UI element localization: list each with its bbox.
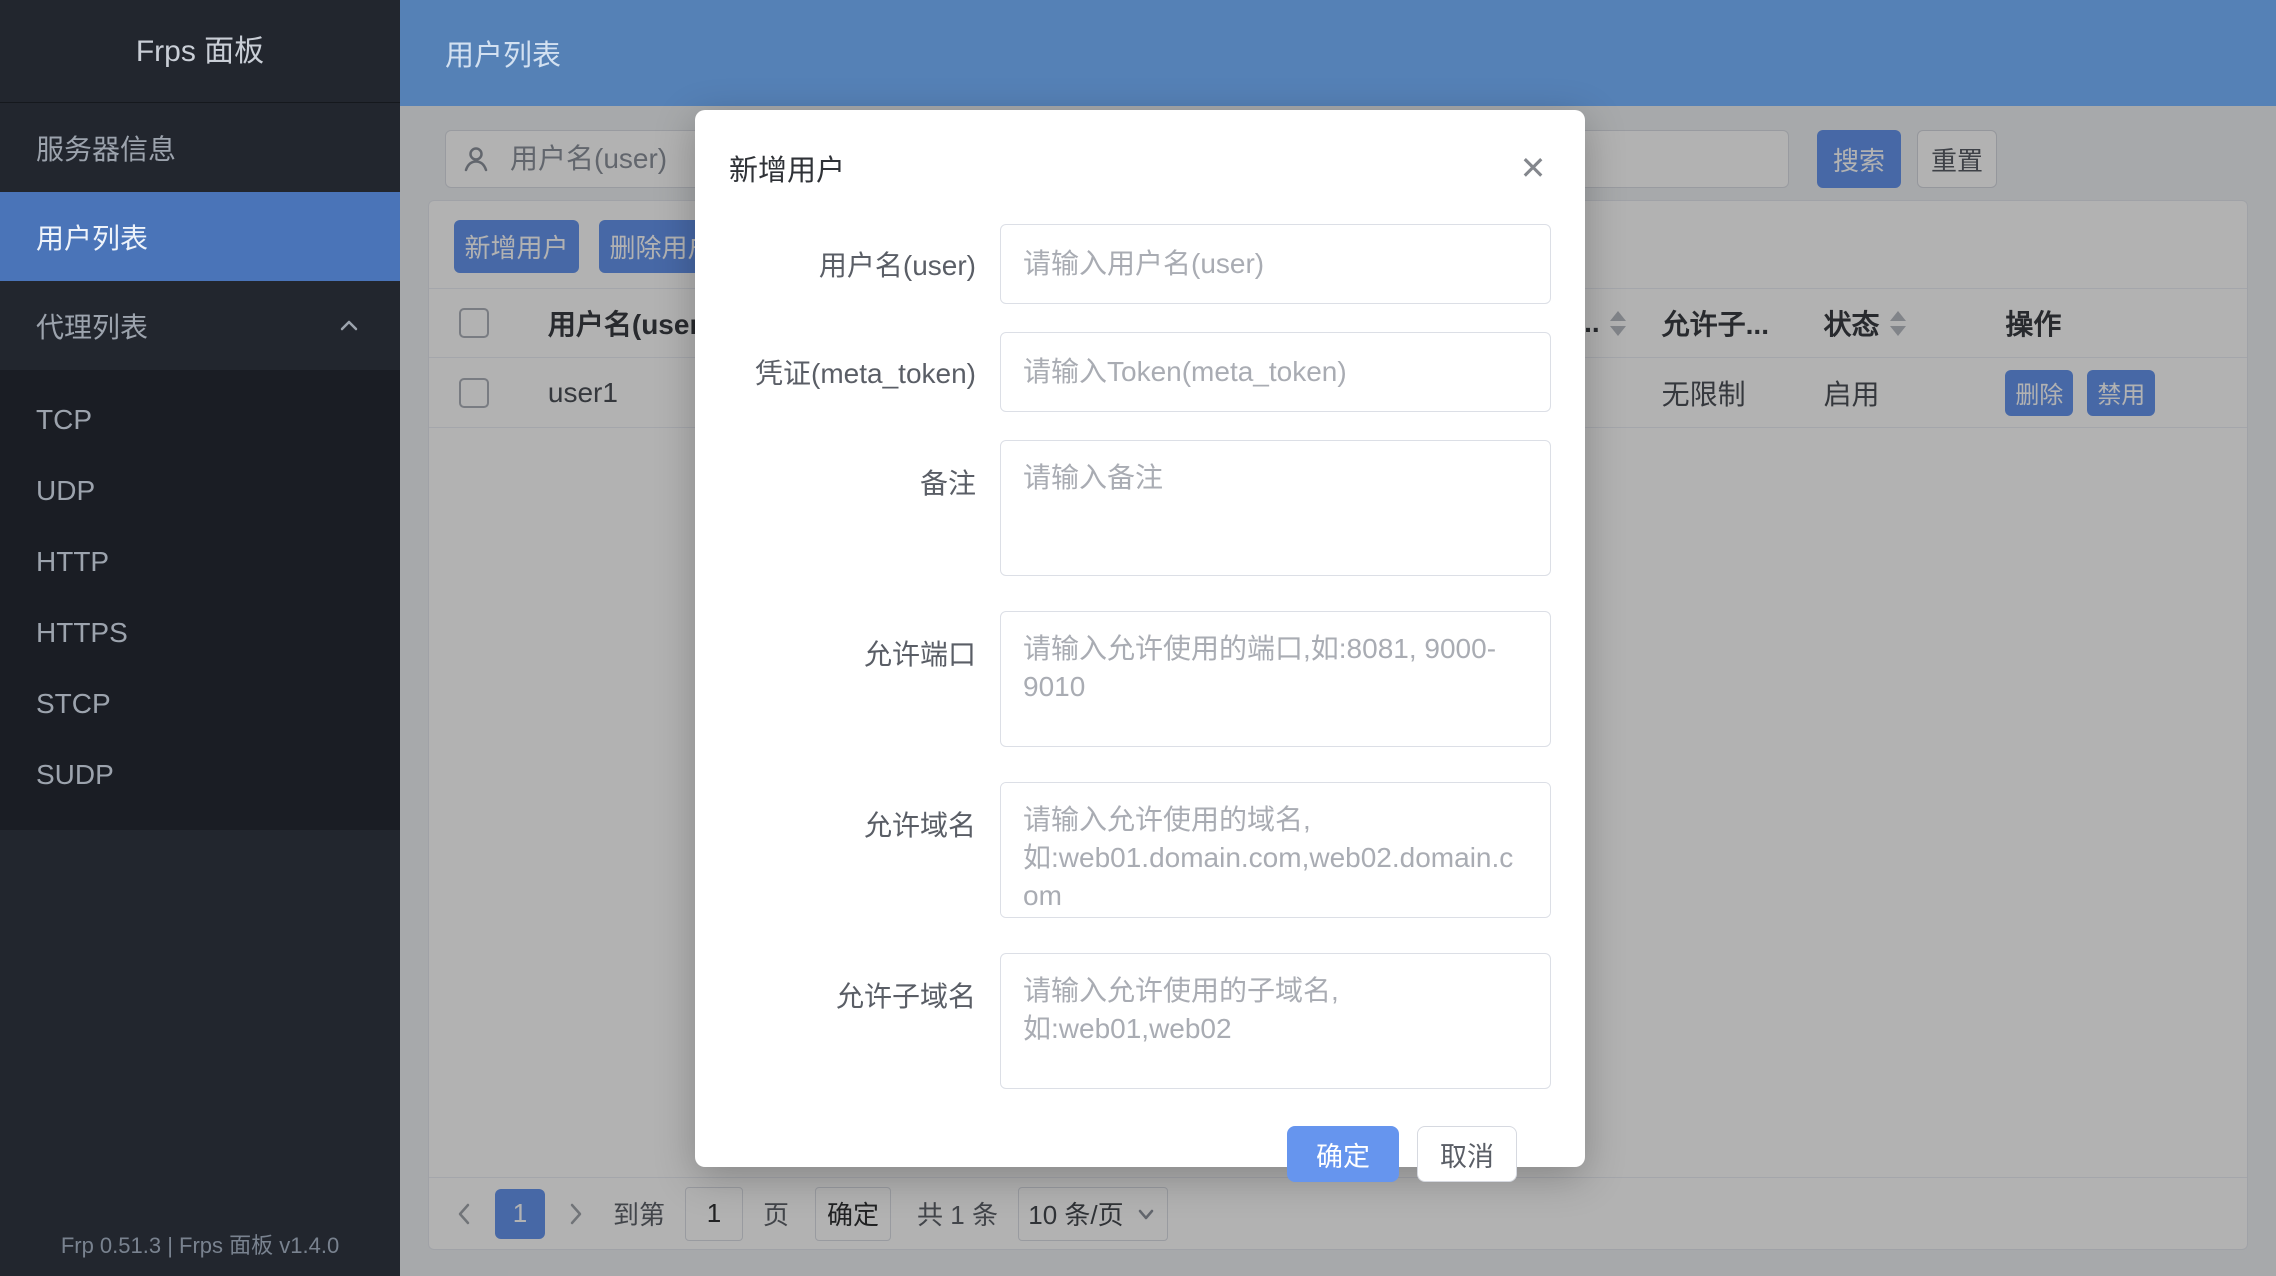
chevron-up-icon (334, 311, 364, 341)
field-label: 凭证(meta_token) (695, 332, 1000, 412)
allow-subdomains-textarea[interactable] (1000, 953, 1551, 1089)
token-field-row: 凭证(meta_token) (695, 332, 1551, 412)
allow-subdomains-field-row: 允许子域名 (695, 953, 1551, 1096)
dialog-title: 新增用户 (729, 147, 1515, 189)
field-label: 备注 (695, 440, 1000, 583)
sidebar-item-label: TCP (36, 404, 92, 436)
field-label: 允许子域名 (695, 953, 1000, 1096)
sidebar-item-label: SUDP (36, 759, 114, 791)
close-icon: ✕ (1520, 149, 1547, 187)
allow-ports-textarea[interactable] (1000, 611, 1551, 747)
field-label: 允许端口 (695, 611, 1000, 754)
sidebar-item-label: UDP (36, 475, 95, 507)
dialog-header: 新增用户 ✕ (695, 110, 1585, 200)
sidebar-item-proxy-list[interactable]: 代理列表 (0, 281, 400, 370)
sidebar-item-http[interactable]: HTTP (0, 526, 400, 597)
sidebar-item-stcp[interactable]: STCP (0, 668, 400, 739)
topbar: 用户列表 (400, 0, 2276, 106)
allow-domains-field-row: 允许域名 (695, 782, 1551, 925)
allow-ports-field-row: 允许端口 (695, 611, 1551, 754)
field-label: 用户名(user) (695, 224, 1000, 304)
sidebar-item-tcp[interactable]: TCP (0, 384, 400, 455)
add-user-dialog: 新增用户 ✕ 用户名(user) 凭证(meta_token) 备注 允许端口 (695, 110, 1585, 1167)
sidebar-item-server-info[interactable]: 服务器信息 (0, 103, 400, 192)
dialog-body: 用户名(user) 凭证(meta_token) 备注 允许端口 允许域名 允许 (695, 200, 1585, 1182)
sidebar-item-label: HTTPS (36, 617, 128, 649)
version-text: Frp 0.51.3 | Frps 面板 v1.4.0 (0, 1228, 400, 1260)
allow-domains-textarea[interactable] (1000, 782, 1551, 918)
app-title: Frps 面板 (0, 0, 400, 103)
page-title: 用户列表 (445, 32, 561, 74)
proxy-submenu: TCP UDP HTTP HTTPS STCP SUDP (0, 370, 400, 830)
username-input[interactable] (1000, 224, 1551, 304)
comment-textarea[interactable] (1000, 440, 1551, 576)
token-input[interactable] (1000, 332, 1551, 412)
sidebar-item-label: 服务器信息 (36, 128, 176, 168)
app-root: Frps 面板 服务器信息 用户列表 代理列表 TCP UDP HTTP HTT… (0, 0, 2276, 1276)
sidebar-item-label: HTTP (36, 546, 109, 578)
comment-field-row: 备注 (695, 440, 1551, 583)
sidebar-item-udp[interactable]: UDP (0, 455, 400, 526)
username-field-row: 用户名(user) (695, 224, 1551, 304)
sidebar: Frps 面板 服务器信息 用户列表 代理列表 TCP UDP HTTP HTT… (0, 0, 400, 1276)
sidebar-item-label: 代理列表 (36, 306, 148, 346)
close-button[interactable]: ✕ (1515, 150, 1551, 186)
ok-button[interactable]: 确定 (1287, 1126, 1399, 1182)
sidebar-item-label: STCP (36, 688, 111, 720)
sidebar-item-user-list[interactable]: 用户列表 (0, 192, 400, 281)
sidebar-item-label: 用户列表 (36, 217, 148, 257)
sidebar-item-https[interactable]: HTTPS (0, 597, 400, 668)
cancel-button[interactable]: 取消 (1417, 1126, 1517, 1182)
sidebar-item-sudp[interactable]: SUDP (0, 739, 400, 810)
dialog-footer: 确定 取消 (695, 1126, 1551, 1182)
field-label: 允许域名 (695, 782, 1000, 925)
